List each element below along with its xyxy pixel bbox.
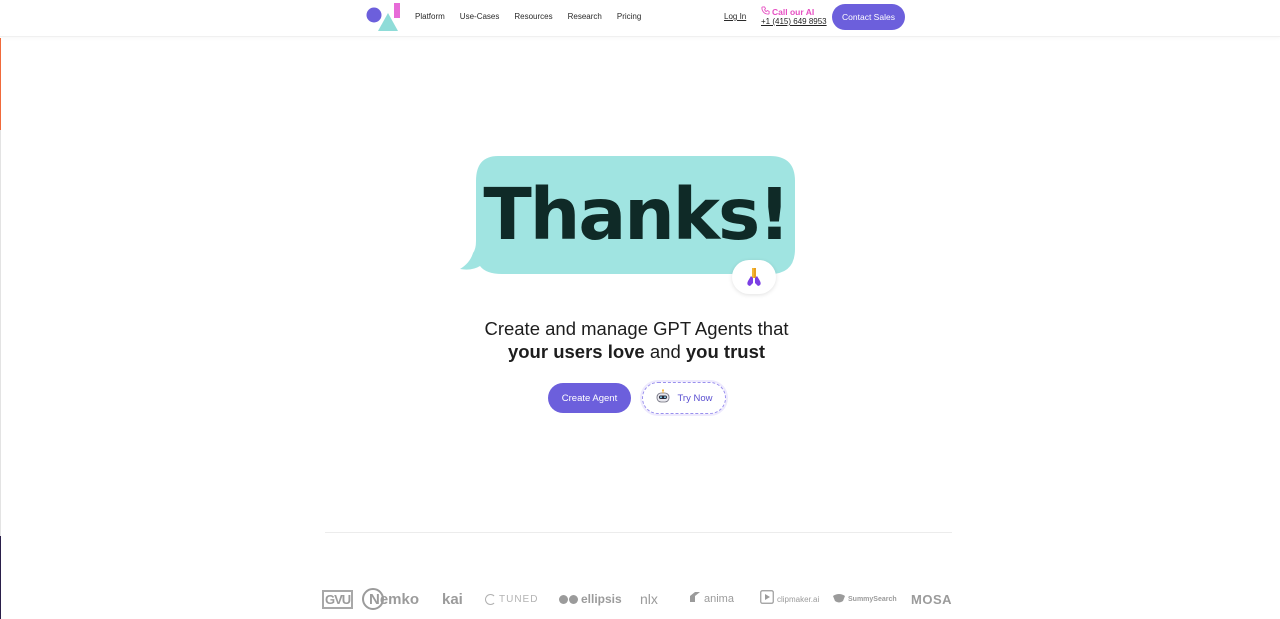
ellipsis-dots-icon	[559, 594, 578, 604]
logo-nlx-text: nlx	[640, 591, 658, 607]
contact-sales-button[interactable]: Contact Sales	[832, 4, 905, 30]
hero-headline: Create and manage GPT Agents that your u…	[380, 317, 893, 363]
logo-clipmaker: clipmaker.ai	[760, 585, 819, 613]
nav-use-cases[interactable]: Use-Cases	[460, 12, 500, 21]
try-now-label: Try Now	[677, 392, 713, 404]
headline-bold-trust: you trust	[685, 341, 766, 362]
login-link[interactable]: Log In	[724, 12, 746, 21]
try-now-button[interactable]: Try Now	[642, 382, 726, 414]
logo-clipmaker-text: clipmaker.ai	[777, 594, 820, 604]
headline-bold-users: your users love	[507, 341, 645, 362]
nav-platform[interactable]: Platform	[415, 12, 445, 21]
clipmaker-play-icon	[760, 589, 774, 609]
customer-logos: GVU Nemko kai TUNED ellipsis nlx anima c…	[322, 585, 952, 613]
logo-kai-text: kai	[442, 590, 463, 608]
logo-gvu-text: GVU	[322, 589, 354, 609]
edge-accent-orange	[0, 38, 1, 130]
headline-line-1: Create and manage GPT Agents that	[484, 318, 789, 339]
main-nav: Platform Use-Cases Resources Research Pr…	[415, 12, 641, 21]
logo-mosa: MOSA	[911, 585, 952, 613]
anima-mark-icon	[689, 590, 701, 608]
logo-summysearch: SummySearch	[833, 585, 897, 613]
nav-resources[interactable]: Resources	[514, 12, 552, 21]
robot-icon	[655, 388, 671, 408]
create-agent-button[interactable]: Create Agent	[548, 383, 631, 413]
section-divider	[325, 532, 952, 533]
nav-research[interactable]: Research	[568, 12, 602, 21]
logo-summysearch-text: SummySearch	[848, 595, 897, 603]
thanks-heading: Thanks!	[483, 173, 790, 256]
headline-line-2: your users love and you trust	[380, 340, 893, 363]
logo-anima: anima	[689, 585, 734, 613]
headline-and: and	[644, 341, 686, 362]
logo-tuned-text: TUNED	[499, 593, 539, 605]
logo-gvu: GVU	[322, 585, 354, 613]
praying-hands-icon	[732, 260, 776, 294]
summysearch-mark-icon	[833, 590, 845, 608]
logo-nemko: Nemko	[362, 585, 419, 613]
phone-icon	[761, 6, 770, 17]
edge-accent-dark	[0, 536, 1, 619]
call-ai-label-row: Call our AI	[761, 6, 827, 17]
logo-kai: kai	[442, 585, 463, 613]
tuned-arc-icon	[485, 593, 496, 605]
site-header: Platform Use-Cases Resources Research Pr…	[0, 0, 1280, 37]
thanks-bubble: Thanks!	[458, 155, 798, 295]
logo-ellipsis: ellipsis	[559, 585, 622, 613]
call-phone-number[interactable]: +1 (415) 649 8953	[761, 17, 827, 27]
logo-mosa-text: MOSA	[911, 591, 952, 607]
logo-nlx: nlx	[640, 585, 658, 613]
call-ai[interactable]: Call our AI +1 (415) 649 8953	[761, 6, 827, 27]
edge-accent-gray	[0, 130, 1, 536]
logo-nemko-text: Nemko	[369, 590, 420, 608]
logo-anima-text: anima	[704, 593, 734, 605]
nav-pricing[interactable]: Pricing	[617, 12, 641, 21]
brand-logo-icon[interactable]	[366, 3, 402, 31]
logo-ellipsis-text: ellipsis	[581, 592, 622, 606]
logo-tuned: TUNED	[485, 585, 538, 613]
call-ai-label: Call our AI	[772, 6, 815, 17]
